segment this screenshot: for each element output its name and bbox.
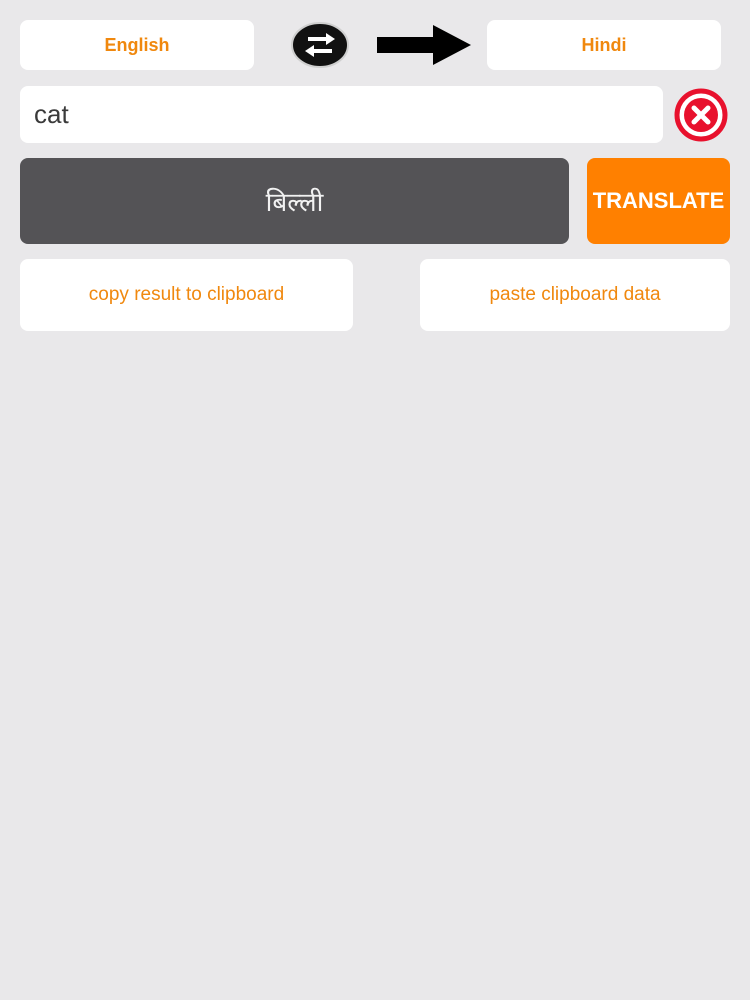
paste-clipboard-button[interactable]: paste clipboard data [420,259,730,331]
target-language-button[interactable]: Hindi [487,20,721,70]
clear-x-icon [674,88,728,142]
swap-languages-button[interactable] [290,22,350,68]
translate-button[interactable]: TRANSLATE [587,158,730,244]
direction-arrow [375,25,473,65]
right-arrow-icon [377,25,471,65]
swap-arrows-icon [291,22,349,68]
translation-result-text: बिल्ली [265,187,324,217]
source-text-input[interactable] [20,86,663,143]
clear-input-button[interactable] [674,88,728,142]
source-language-button[interactable]: English [20,20,254,70]
copy-result-button[interactable]: copy result to clipboard [20,259,353,331]
translation-result: बिल्ली [20,158,569,244]
